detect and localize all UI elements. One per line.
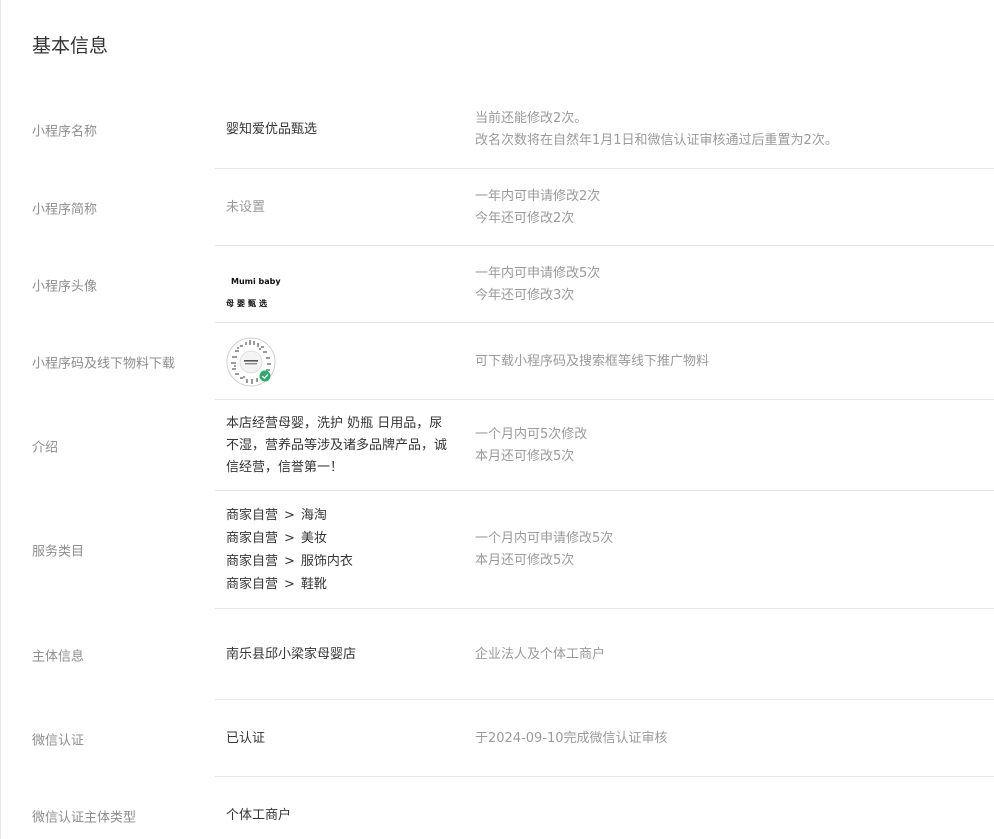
desc-line: 可下载小程序码及搜索框等线下推广物料 [475, 353, 710, 369]
row-entity: 主体信息 南乐县邱小梁家母婴店 企业法人及个体工商户 [1, 609, 994, 700]
row-label: 小程序简称 [32, 202, 98, 217]
desc-line: 今年还可修改3次 [475, 287, 575, 303]
row-cert-type: 微信认证主体类型 个体工商户 [1, 777, 994, 839]
list-item: 商家自营 > 鞋靴 [226, 577, 327, 592]
row-label: 介绍 [32, 440, 59, 455]
list-item: 商家自营 > 海淘 [226, 508, 327, 523]
row-label: 微信认证主体类型 [32, 810, 137, 825]
entity-name: 南乐县邱小梁家母婴店 [226, 646, 357, 662]
cert-status: 已认证 [226, 730, 266, 746]
row-intro: 介绍 本店经营母婴，洗护 奶瓶 日用品，尿不湿，营养品等涉及诸多品牌产品，诚信经… [1, 400, 994, 491]
intro-text: 本店经营母婴，洗护 奶瓶 日用品，尿不湿，营养品等涉及诸多品牌产品，诚信经营，信… [226, 415, 448, 475]
row-categories: 服务类目 商家自营 > 海淘 商家自营 > 美妆 商家自营 > 服饰内衣 商家自营 > 鞋靴 一… [1, 491, 994, 609]
row-description: 一个月内可申请修改5次 本月还可修改5次 [475, 528, 613, 572]
desc-line: 一个月内可5次修改 [475, 426, 588, 442]
cert-entity-type: 个体工商户 [226, 807, 292, 823]
row-wechat-cert: 微信认证 已认证 于2024-09-10完成微信认证审核 [1, 700, 994, 777]
row-name: 小程序名称 婴知爱优品甄选 当前还能修改2次。 改名次数将在自然年1月1日和微信… [1, 91, 994, 169]
qrcode-download[interactable] [225, 336, 455, 388]
row-label: 主体信息 [32, 649, 85, 664]
row-avatar: 小程序头像 Mumi baby 母婴甄选 一年内可申请修改5次 今年还可修改3次 [1, 246, 994, 323]
list-item: 商家自营 > 美妆 [226, 531, 327, 546]
desc-line: 改名次数将在自然年1月1日和微信认证审核通过后重置为2次。 [475, 133, 838, 148]
row-qrcode: 小程序码及线下物料下载 可下载小程序码及搜索框等线下推广物料 [1, 323, 994, 400]
desc-line: 一年内可申请修改5次 [475, 265, 601, 281]
desc-line: 当前还能修改2次。 [475, 111, 588, 126]
desc-line: 本月还可修改5次 [475, 448, 575, 464]
row-description: 企业法人及个体工商户 [475, 644, 605, 666]
avatar[interactable]: Mumi baby 母婴甄选 [226, 270, 456, 308]
info-rows: 小程序名称 婴知爱优品甄选 当前还能修改2次。 改名次数将在自然年1月1日和微信… [1, 91, 994, 839]
section-title: 基本信息 [32, 35, 109, 57]
row-short-name: 小程序简称 未设置 一年内可申请修改2次 今年还可修改2次 [1, 169, 994, 246]
row-label: 小程序头像 [32, 279, 98, 294]
short-name-value: 未设置 [226, 199, 266, 215]
desc-line: 企业法人及个体工商户 [475, 646, 606, 662]
list-item: 商家自营 > 服饰内衣 [226, 554, 353, 569]
row-description: 于2024-09-10完成微信认证审核 [475, 728, 668, 750]
row-description: 当前还能修改2次。 改名次数将在自然年1月1日和微信认证审核通过后重置为2次。 [475, 108, 838, 152]
row-label: 服务类目 [32, 544, 85, 560]
row-label: 小程序码及线下物料下载 [32, 356, 176, 371]
desc-line: 本月还可修改5次 [475, 553, 575, 568]
row-label: 微信认证 [32, 733, 85, 748]
logo-text-cn: 母婴甄选 [226, 298, 270, 308]
basic-info-page: 基本信息 小程序名称 婴知爱优品甄选 当前还能修改2次。 改名次数将在自然年1月… [0, 0, 994, 839]
brand-logo: Mumi baby 母婴甄选 [226, 270, 286, 308]
row-description: 一年内可申请修改5次 今年还可修改3次 [475, 263, 600, 307]
logo-text-en: Mumi baby [231, 276, 281, 286]
row-label: 小程序名称 [32, 124, 98, 140]
desc-line: 一个月内可申请修改5次 [475, 531, 614, 546]
row-description: 一个月内可5次修改 本月还可修改5次 [475, 424, 587, 468]
desc-line: 于2024-09-10完成微信认证审核 [475, 730, 668, 746]
row-description: 可下载小程序码及搜索框等线下推广物料 [475, 351, 709, 373]
category-list: 商家自营 > 海淘 商家自营 > 美妆 商家自营 > 服饰内衣 商家自营 > 鞋靴 [226, 504, 456, 596]
mini-program-name: 婴知爱优品甄选 [226, 122, 318, 137]
row-description: 一年内可申请修改2次 今年还可修改2次 [475, 186, 600, 230]
mini-program-code-icon [225, 336, 277, 388]
desc-line: 一年内可申请修改2次 [475, 188, 601, 204]
desc-line: 今年还可修改2次 [475, 210, 575, 226]
